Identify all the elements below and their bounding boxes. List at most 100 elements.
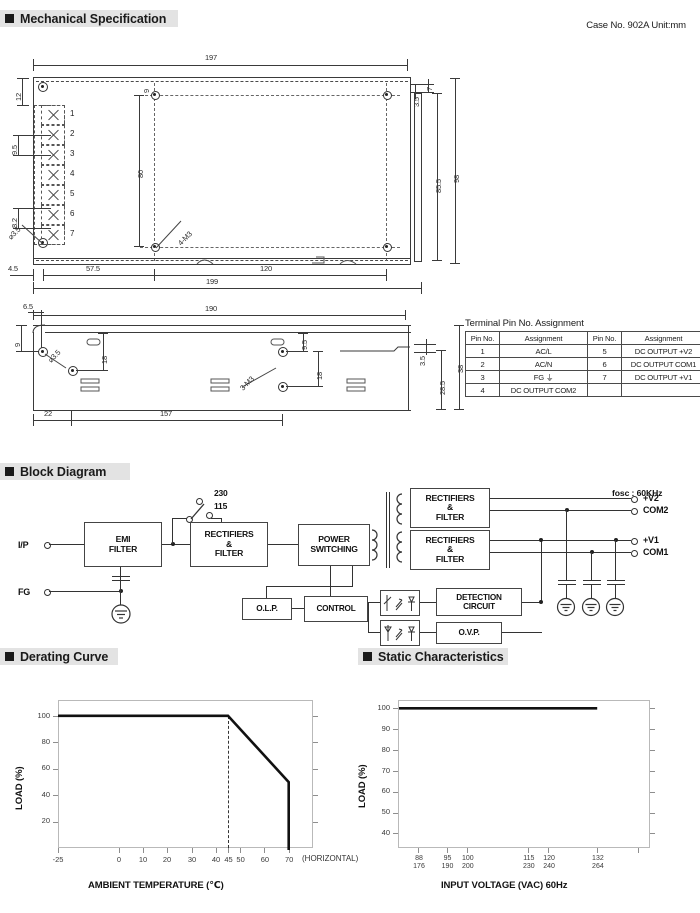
y-axis-title: LOAD (%) [357, 764, 368, 808]
screw-center [385, 245, 388, 248]
wire-to-switch [172, 518, 174, 544]
col-header-assignment-2: Assignment [621, 331, 700, 345]
capacitor-plate [558, 580, 576, 582]
dimline-18-left [103, 333, 104, 371]
optocoupler-symbol-icon [384, 625, 415, 641]
dim-120: 120 [260, 264, 272, 273]
block-control: CONTROL [304, 596, 368, 622]
cell-assignment [621, 383, 700, 397]
side-outline-bottom [33, 410, 411, 411]
cell-assignment: AC/N [499, 357, 588, 371]
screw-center [153, 93, 156, 96]
wire-fg [49, 591, 121, 593]
dimtick [33, 414, 34, 426]
dimtick [410, 84, 434, 85]
side-outline-top [33, 325, 411, 326]
block-line: O.V.P. [458, 628, 480, 638]
mechanical-top-view: 197 4-M3 12 1 2 3 4 5 6 7 9.5 8.2 ⌀3.5 8… [0, 45, 470, 294]
optocoupler-2 [380, 620, 420, 646]
dim-98: 98 [452, 175, 461, 183]
dimtick [286, 386, 323, 387]
terminal-screw-icon [46, 108, 60, 122]
x-axis-title: INPUT VOLTAGE (VAC) 60Hz [441, 880, 568, 891]
wire-out-com1 [490, 552, 631, 554]
cell-assignment: DC OUTPUT COM2 [499, 383, 588, 397]
screw-center [281, 385, 284, 388]
block-line: FILTER [435, 553, 465, 564]
block-line: CONTROL [316, 604, 356, 614]
wire-cap2-gnd [591, 584, 593, 598]
cell-assignment: DC OUTPUT +V1 [621, 370, 700, 384]
dimtick [13, 155, 51, 156]
dim-3-5-side: 3.5 [418, 356, 427, 366]
wire-sense-down [266, 586, 268, 598]
dimtick [134, 95, 144, 96]
pin-number: 2 [70, 129, 75, 138]
dimline-197 [33, 65, 408, 66]
slot-icon [339, 260, 357, 265]
junction-dot [539, 600, 543, 604]
terminal-screw-icon [46, 228, 60, 242]
bracket-edge2 [421, 93, 422, 261]
block-line: FILTER [214, 548, 244, 559]
dimline-3-5-side [426, 339, 427, 355]
dim-85-5: 85.5 [434, 179, 443, 193]
table-row: 1 AC/L 5 DC OUTPUT +V2 [465, 344, 700, 358]
capacitor-plate [583, 580, 601, 582]
wire-cap2 [591, 552, 593, 580]
dim-190: 190 [205, 304, 217, 313]
dim-22: 22 [44, 409, 52, 418]
static-characteristics-chart: 100 90 80 70 60 50 40 88 176 95 190 100 … [350, 690, 700, 905]
wire-cap1-gnd [566, 584, 568, 598]
transformer-secondary-1-icon [396, 493, 403, 525]
block-line: FILTER [435, 511, 465, 522]
vent-slot-icon [270, 338, 285, 346]
dimline-57-5 [43, 275, 155, 276]
dim-9-5-side: 9.5 [300, 340, 309, 350]
wire-emi-out [162, 544, 190, 546]
cell-assignment: FG ⏚ [499, 370, 588, 384]
pin-number: 6 [70, 209, 75, 218]
block-line: SWITCHING [310, 544, 358, 554]
section-title-static: Static Characteristics [378, 649, 504, 664]
dimline-199 [33, 288, 421, 289]
dimtick [298, 333, 308, 334]
dimtick [71, 410, 72, 426]
capacitor-plate-top [112, 576, 130, 578]
block-rectifiers-filter-input: RECTIFIERS & FILTER [190, 522, 268, 567]
centerline-mount-2 [386, 83, 387, 261]
cell-pinno: 7 [587, 370, 622, 384]
wire-out-v2 [490, 498, 631, 500]
bracket-bottom [414, 261, 422, 262]
bullet-square-icon [5, 467, 14, 476]
input-label-fg: FG [18, 587, 31, 597]
dimtick [16, 325, 27, 326]
dimtick [33, 269, 34, 281]
terminal-com1 [631, 550, 638, 557]
dimtick [436, 409, 446, 410]
transformer-primary-icon [371, 529, 378, 561]
dim-80: 80 [136, 170, 145, 178]
dimtick [414, 352, 436, 353]
dimtick [98, 333, 108, 334]
dimtick [450, 263, 460, 264]
output-label-v2: +V2 [643, 493, 659, 503]
dimtick [286, 351, 308, 352]
transformer-core [386, 492, 388, 568]
block-ovp: O.V.P. [436, 622, 502, 644]
dimtick [43, 269, 44, 281]
centerline-horiz-top [140, 95, 400, 96]
dimline-9 [21, 325, 22, 352]
dimtick [436, 350, 446, 351]
dim-9-side: 9 [13, 343, 22, 347]
wire-emi-gnd [120, 567, 122, 591]
bracket-edge [414, 93, 415, 261]
tap-label-230: 230 [214, 488, 228, 498]
wire-ip [49, 544, 84, 546]
output-label-v1: +V1 [643, 535, 659, 545]
screw-center [385, 93, 388, 96]
terminal-pin-table: Pin No. Assignment Pin No. Assignment 1 … [465, 331, 700, 397]
block-diagram: fosc : 60KHz I/P EMI FILTER FG 230 115 R… [0, 480, 700, 646]
earth-ground-icon [581, 597, 601, 617]
pin-table-title: Terminal Pin No. Assignment [465, 318, 584, 329]
